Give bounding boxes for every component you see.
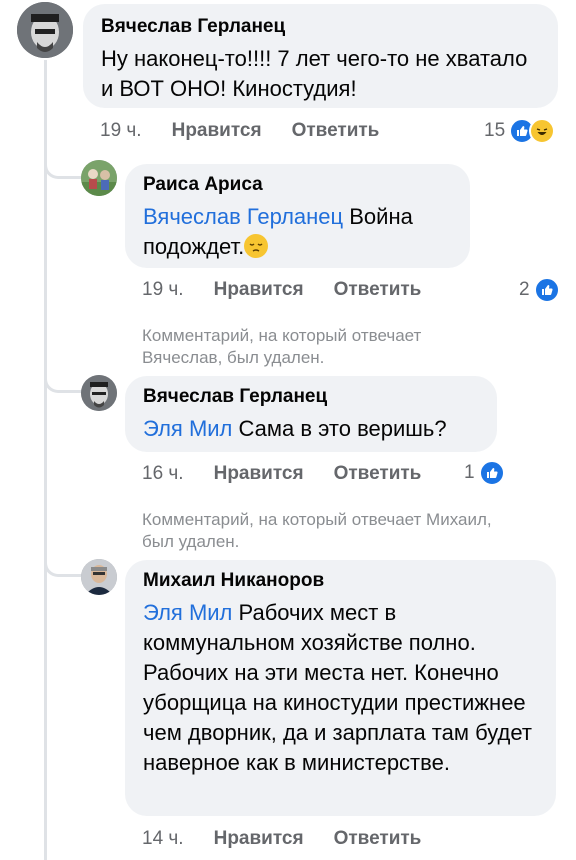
reaction-count: 1 [464,462,475,483]
pensive-face-icon [244,234,269,258]
reaction-count: 2 [519,279,530,300]
avatar-image [17,2,73,58]
mention-link[interactable]: Вячеслав Герланец [143,204,343,229]
reaction-summary[interactable]: 2 [519,277,560,303]
timestamp[interactable]: 19 ч. [142,279,184,301]
comment-author[interactable]: Михаил Никаноров [143,570,538,592]
comment-actions: 19 ч. Нравится Ответить [100,120,379,142]
comment-author[interactable]: Вячеслав Герланец [101,16,540,38]
mention-link[interactable]: Эля Мил [143,416,232,441]
like-button[interactable]: Нравится [172,120,262,142]
timestamp[interactable]: 14 ч. [142,828,184,850]
reaction-summary[interactable]: 15 [484,118,556,144]
reply-connector [44,372,83,393]
like-button[interactable]: Нравится [214,828,304,850]
avatar-image [81,375,117,411]
avatar[interactable] [81,160,117,196]
reply-button[interactable]: Ответить [334,828,422,850]
like-icon [533,277,560,303]
thread-line [44,60,47,860]
avatar-image [81,559,117,595]
comment-text: Вячеслав Герланец Война подождет. [143,202,452,262]
reply-button[interactable]: Ответить [334,279,422,301]
reply-connector [44,556,83,577]
comment-author[interactable]: Вячеслав Герланец [143,386,479,408]
avatar[interactable] [81,559,117,595]
like-icon [478,460,505,486]
like-button[interactable]: Нравится [214,463,304,485]
reply-connector [44,158,83,179]
comment-bubble: Раиса Ариса Вячеслав Герланец Война подо… [125,164,470,268]
deleted-comment-notice: Комментарий, на который отвечает Михаил,… [142,510,492,551]
haha-icon [529,118,556,144]
comment-text: Эля Мил Сама в это веришь? [143,414,479,444]
timestamp[interactable]: 16 ч. [142,463,184,485]
mention-link[interactable]: Эля Мил [143,600,232,625]
reaction-count: 15 [484,120,506,141]
reaction-summary[interactable]: 1 [464,460,505,486]
comment-author[interactable]: Раиса Ариса [143,174,452,196]
comment-text: Ну наконец-то!!!! 7 лет чего-то не хвата… [101,46,528,101]
comment-body: Сама в это веришь? [232,416,447,441]
deleted-comment-notice: Комментарий, на который отвечает Вячесла… [142,326,422,367]
comment-actions: 19 ч. Нравится Ответить [142,279,421,301]
avatar-image [81,160,117,196]
timestamp[interactable]: 19 ч. [100,120,142,142]
comment-actions: 14 ч. Нравится Ответить [142,828,421,850]
comment-text: Эля Мил Рабочих мест в коммунальном хозя… [143,598,538,778]
comment-body: Рабочих мест в коммунальном хозяйстве по… [143,600,532,775]
avatar[interactable] [81,375,117,411]
like-button[interactable]: Нравится [214,279,304,301]
avatar[interactable] [17,2,73,58]
reply-button[interactable]: Ответить [292,120,380,142]
reply-button[interactable]: Ответить [334,463,422,485]
comment-bubble: Михаил Никаноров Эля Мил Рабочих мест в … [125,560,556,816]
comment-bubble: Вячеслав Герланец Эля Мил Сама в это вер… [125,376,497,452]
comment-bubble: Вячеслав Герланец Ну наконец-то!!!! 7 ле… [83,4,558,108]
comment-actions: 16 ч. Нравится Ответить [142,463,421,485]
